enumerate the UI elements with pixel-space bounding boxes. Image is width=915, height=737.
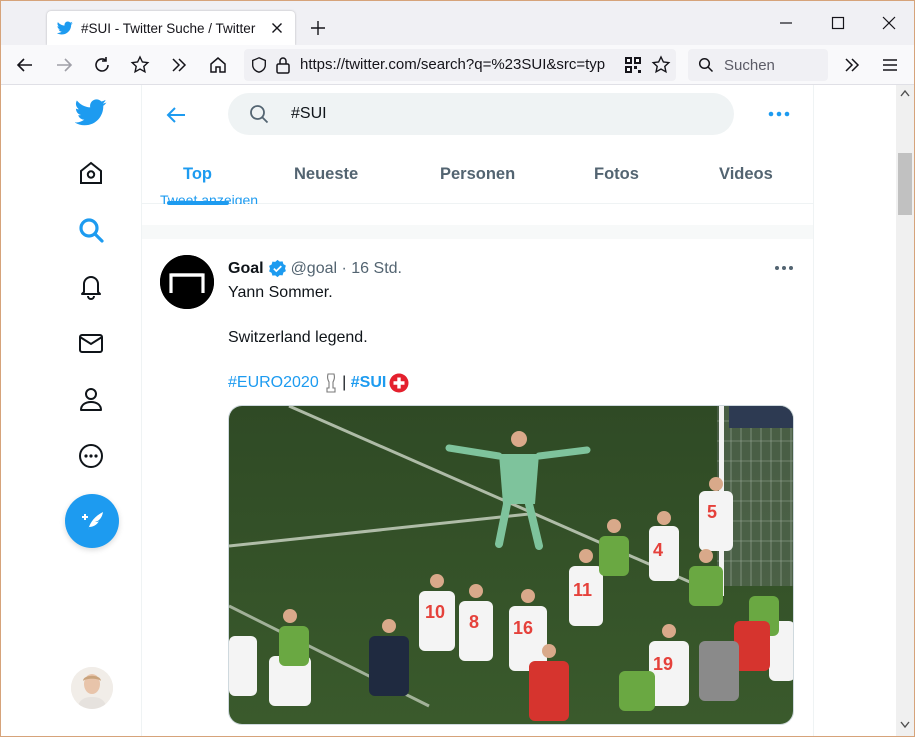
show-tweet-link[interactable]: Tweet anzeigen [160,192,258,204]
address-bar[interactable]: https://twitter.com/search?q=%23SUI&src=… [244,49,676,81]
twitter-bird-icon [75,99,107,126]
lock-icon[interactable] [275,56,291,74]
minimize-icon[interactable] [778,15,794,31]
more-circle-icon [79,444,103,468]
search-input[interactable]: #SUI [228,93,734,135]
search-icon [698,57,714,73]
reload-icon[interactable] [92,55,112,75]
close-window-icon[interactable] [881,15,897,31]
tweet-header: Goal @goal · 16 Std. [228,259,402,278]
twitter-logo-link[interactable] [71,93,111,133]
swiss-flag-emoji-icon [389,373,409,393]
sidebar-item-more[interactable] [71,436,111,476]
tab-people[interactable]: Personen [440,165,515,184]
tweet-photo[interactable]: 5 4 11 10 8 16 19 [228,405,794,725]
more-options-icon[interactable] [766,105,792,123]
svg-text:19: 19 [653,654,673,674]
tweet-text-line: Switzerland legend. [228,329,368,346]
browser-tab[interactable]: #SUI - Twitter Suche / Twitter [47,11,295,45]
url-text: https://twitter.com/search?q=%23SUI&src=… [300,56,606,73]
bell-icon [81,276,101,300]
svg-text:11: 11 [573,580,592,600]
compose-tweet-icon [82,512,103,530]
svg-text:4: 4 [653,540,663,560]
main-column: #SUI Top Neueste Personen Fotos Videos T… [142,85,814,736]
scroll-up-icon[interactable] [900,89,910,97]
goal-avatar[interactable] [160,255,214,309]
tweet-hashtags: #EURO2020 | #SUI [228,373,409,393]
header-separator: · [337,259,352,277]
page-content: #SUI Top Neueste Personen Fotos Videos T… [1,85,914,736]
tab-title: #SUI - Twitter Suche / Twitter [81,20,256,36]
svg-text:8: 8 [469,612,479,632]
goal-logo-icon [160,255,214,309]
new-tab-icon[interactable] [309,19,327,37]
svg-text:16: 16 [513,618,533,638]
shield-icon[interactable] [250,56,268,74]
tweet-text-line: Yann Sommer. [228,284,333,301]
overflow-chevrons-icon[interactable] [169,55,189,75]
section-divider [142,225,813,239]
tab-latest[interactable]: Neueste [294,165,358,184]
football-celebration-photo: 5 4 11 10 8 16 19 [229,406,793,724]
sidebar-item-notifications[interactable] [71,266,111,306]
search-icon [250,105,269,124]
mail-icon [79,334,103,353]
author-handle[interactable]: @goal [291,260,338,278]
search-query: #SUI [291,105,327,122]
tab-top[interactable]: Top [183,165,212,184]
pocket-save-icon[interactable] [130,55,150,75]
bookmark-star-icon[interactable] [651,55,671,75]
browser-window: #SUI - Twitter Suche / Twitter https://t… [0,0,915,737]
page-scrollbar[interactable] [896,85,914,736]
twitter-favicon-icon [57,21,73,35]
title-bar: #SUI - Twitter Suche / Twitter [1,1,914,45]
hashtag-euro2020[interactable]: #EURO2020 [228,374,319,392]
hashtag-sui[interactable]: #SUI [351,374,387,392]
back-arrow-icon[interactable] [164,103,188,127]
account-avatar[interactable] [71,667,113,709]
extensions-chevrons-icon[interactable] [842,55,862,75]
scroll-down-icon[interactable] [900,721,910,729]
sidebar-item-explore[interactable] [71,210,111,250]
sidebar-item-home[interactable] [71,153,111,193]
qr-code-icon[interactable] [624,56,642,74]
sidebar-item-profile[interactable] [71,379,111,419]
navigation-toolbar: https://twitter.com/search?q=%23SUI&src=… [1,45,914,85]
forward-icon[interactable] [54,55,74,75]
author-name[interactable]: Goal [228,260,264,278]
tweet-more-icon[interactable] [774,263,794,273]
back-icon[interactable] [15,55,35,75]
twitter-sidebar [1,85,142,736]
compose-tweet-button[interactable] [65,494,119,548]
hashtag-separator: | [337,374,351,391]
tweet[interactable]: Goal @goal · 16 Std. Yann Sommer. Switze… [142,239,813,736]
close-tab-icon[interactable] [269,20,285,36]
tab-photos[interactable]: Fotos [594,165,639,184]
tab-videos[interactable]: Videos [719,165,773,184]
menu-hamburger-icon[interactable] [880,55,900,75]
person-icon [80,388,102,411]
sidebar-item-messages[interactable] [71,323,111,363]
svg-text:5: 5 [707,502,717,522]
search-placeholder: Suchen [724,57,775,74]
home-icon [80,161,102,184]
user-photo-icon [71,667,113,709]
tweet-timestamp[interactable]: 16 Std. [351,260,402,278]
search-icon [79,218,104,243]
trophy-emoji-icon [326,373,336,393]
home-icon[interactable] [208,55,228,75]
maximize-icon[interactable] [830,15,846,31]
svg-text:10: 10 [425,602,445,622]
verified-badge-icon [268,259,286,278]
browser-search-box[interactable]: Suchen [688,49,828,81]
scrollbar-thumb[interactable] [898,153,912,215]
